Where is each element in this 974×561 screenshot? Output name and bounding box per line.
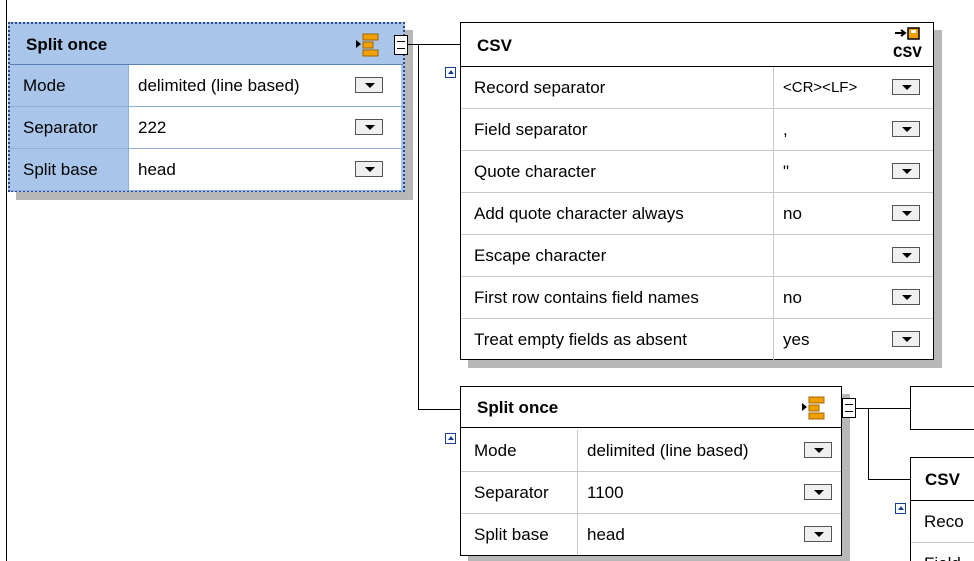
- split-once-node-2[interactable]: Split once Mode delimited (line based) S…: [460, 386, 842, 556]
- csv1-add-quote-always-dropdown-arrow-icon[interactable]: [892, 205, 920, 221]
- split1-row-mode: Mode delimited (line based): [10, 65, 403, 107]
- split1-separator-label: Separator: [10, 107, 129, 148]
- csv2-field-label: Field: [911, 543, 974, 561]
- split1-split-base-label: Split base: [10, 149, 129, 190]
- connector-split1-csv1: [408, 44, 460, 45]
- mapping-canvas: Split once Mode delimited (line based) S…: [0, 0, 974, 561]
- csv1-add-quote-always-label: Add quote character always: [461, 193, 774, 234]
- csv1-first-row-names-label: First row contains field names: [461, 277, 774, 318]
- split1-row-separator: Separator 222: [10, 107, 403, 149]
- csv1-escape-character-dropdown-arrow-icon[interactable]: [892, 247, 920, 263]
- split1-separator-dropdown-arrow-icon[interactable]: [355, 119, 383, 135]
- csv-node-1[interactable]: CSV CSV Record separator <CR><LF> Field …: [460, 22, 934, 360]
- csv1-row-escape-character: Escape character: [461, 235, 933, 277]
- csv1-escape-character-label: Escape character: [461, 235, 774, 276]
- connector-split1-down: [418, 44, 419, 410]
- split-icon: [356, 33, 379, 57]
- split2-mode-label: Mode: [461, 430, 578, 471]
- split-once-node-1-header[interactable]: Split once: [10, 24, 403, 65]
- csv1-row-treat-empty-absent: Treat empty fields as absent yes: [461, 319, 933, 360]
- csv-node-2[interactable]: CSV Reco Field: [910, 457, 974, 561]
- connector-split2-down: [868, 408, 869, 480]
- csv-icon-label: CSV: [893, 44, 922, 61]
- csv2-record-label: Reco: [924, 512, 964, 531]
- connector-split1-split2: [418, 409, 460, 410]
- csv2-row-record: Reco: [911, 501, 974, 543]
- csv1-quote-character-dropdown-arrow-icon[interactable]: [892, 163, 920, 179]
- split2-separator-value[interactable]: 1100: [578, 472, 839, 513]
- split2-split-base-dropdown-arrow-icon[interactable]: [804, 526, 832, 542]
- csv1-treat-empty-absent-dropdown-arrow-icon[interactable]: [892, 331, 920, 347]
- split2-collapse-icon[interactable]: [445, 433, 456, 444]
- csv1-row-quote-character: Quote character ": [461, 151, 933, 193]
- split2-separator-dropdown-arrow-icon[interactable]: [804, 484, 832, 500]
- csv-node-2-header[interactable]: CSV: [911, 458, 974, 501]
- split2-mode-dropdown-arrow-icon[interactable]: [804, 442, 832, 458]
- split2-output-port-icon[interactable]: [842, 398, 856, 418]
- csv1-row-first-row-names: First row contains field names no: [461, 277, 933, 319]
- csv2-collapse-icon[interactable]: [895, 503, 906, 514]
- split-once-node-1-title: Split once: [26, 35, 108, 54]
- csv-node-2-title: CSV: [925, 470, 960, 489]
- csv1-collapse-icon[interactable]: [445, 67, 456, 78]
- partial-node-right[interactable]: [910, 386, 974, 430]
- csv1-record-separator-label: Record separator: [461, 67, 774, 108]
- split2-split-base-value[interactable]: head: [578, 514, 839, 555]
- csv1-row-field-separator: Field separator ,: [461, 109, 933, 151]
- connector-split2-right: [856, 408, 910, 409]
- csv1-first-row-names-dropdown-arrow-icon[interactable]: [892, 289, 920, 305]
- csv-node-1-header[interactable]: CSV CSV: [461, 23, 933, 67]
- connector-split2-csv2: [868, 479, 910, 480]
- split1-mode-label: Mode: [10, 65, 129, 106]
- csv-icon: CSV: [893, 27, 922, 61]
- csv2-row-field: Field: [911, 543, 974, 561]
- split-icon: [802, 396, 825, 420]
- split1-row-split-base: Split base head: [10, 149, 403, 191]
- csv1-field-separator-label: Field separator: [461, 109, 774, 150]
- csv1-record-separator-dropdown-arrow-icon[interactable]: [892, 79, 920, 95]
- csv1-row-add-quote-always: Add quote character always no: [461, 193, 933, 235]
- split2-row-separator: Separator 1100: [461, 472, 841, 514]
- split-once-node-1[interactable]: Split once Mode delimited (line based) S…: [8, 22, 405, 192]
- split2-split-base-label: Split base: [461, 514, 578, 555]
- split2-row-split-base: Split base head: [461, 514, 841, 555]
- split1-output-port-icon[interactable]: [394, 35, 408, 55]
- csv1-quote-character-label: Quote character: [461, 151, 774, 192]
- canvas-left-border: [6, 0, 7, 561]
- split2-separator-label: Separator: [461, 472, 578, 513]
- csv1-field-separator-dropdown-arrow-icon[interactable]: [892, 121, 920, 137]
- split-once-node-2-header[interactable]: Split once: [461, 387, 841, 428]
- split1-mode-dropdown-arrow-icon[interactable]: [355, 77, 383, 93]
- split2-mode-value[interactable]: delimited (line based): [578, 430, 839, 471]
- csv1-treat-empty-absent-label: Treat empty fields as absent: [461, 319, 774, 360]
- split2-row-mode: Mode delimited (line based): [461, 430, 841, 472]
- split-once-node-2-title: Split once: [477, 398, 559, 417]
- split1-split-base-dropdown-arrow-icon[interactable]: [355, 161, 383, 177]
- csv1-row-record-separator: Record separator <CR><LF>: [461, 67, 933, 109]
- csv-node-1-title: CSV: [477, 36, 512, 55]
